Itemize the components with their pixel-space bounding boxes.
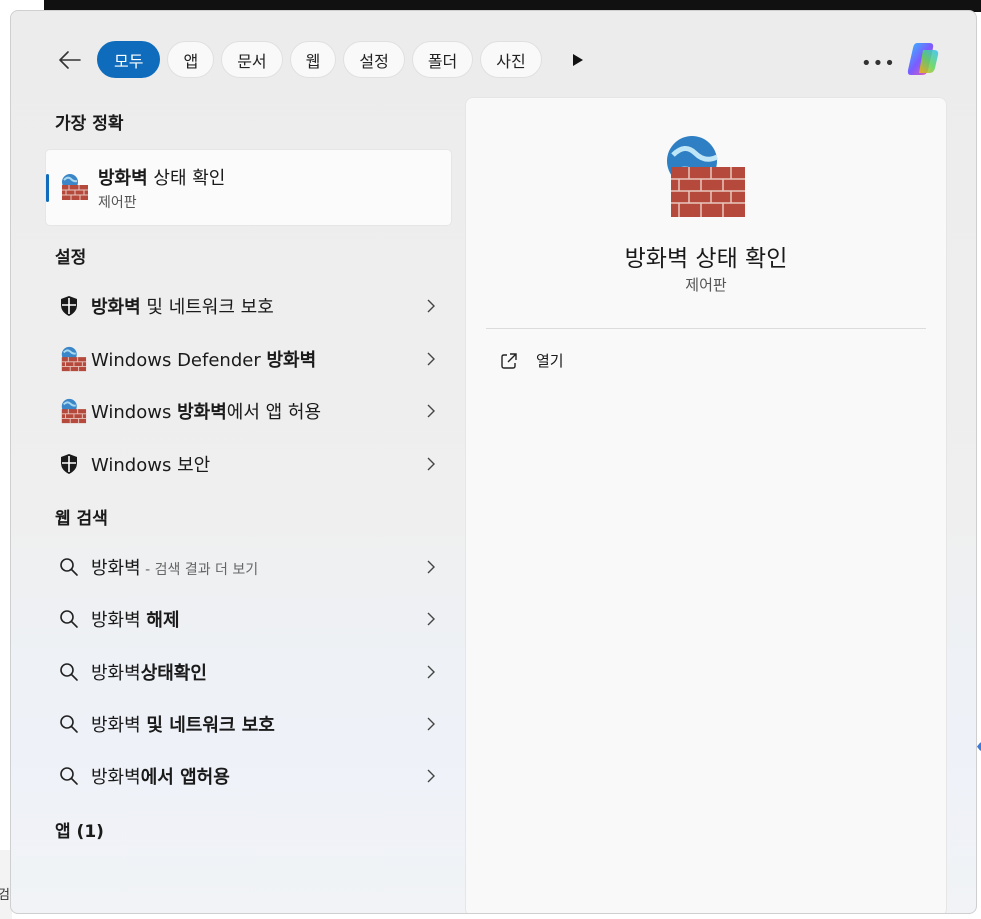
- search-icon: [55, 662, 91, 682]
- firewall-icon: [59, 172, 89, 206]
- chevron-right-icon: [427, 665, 435, 679]
- details-title: 방화벽 상태 확인: [624, 246, 788, 272]
- best-match-title: 방화벽 상태 확인: [98, 168, 226, 189]
- settings-label: 방화벽 및 네트워크 보호: [91, 297, 274, 318]
- web-search-label: 방화벽상태확인: [91, 662, 207, 684]
- open-label: 열기: [536, 352, 564, 370]
- open-external-icon: [501, 352, 517, 369]
- filter-settings[interactable]: 설정: [343, 41, 405, 78]
- best-match-subtitle: 제어판: [98, 195, 137, 211]
- back-arrow-icon: [59, 51, 81, 69]
- search-icon: [55, 714, 91, 734]
- web-search-item[interactable]: 방화벽 - 검색 결과 더 보기: [55, 544, 439, 590]
- details-subtitle: 제어판: [685, 276, 727, 294]
- settings-item[interactable]: Windows 보안: [55, 441, 439, 487]
- shield-icon: [55, 453, 91, 475]
- expand-chevron[interactable]: [423, 560, 439, 574]
- open-action[interactable]: 열기: [500, 350, 564, 371]
- section-best-match: 가장 정확: [55, 114, 124, 134]
- filter-documents[interactable]: 문서: [221, 41, 283, 78]
- best-match-item[interactable]: 방화벽 상태 확인 제어판: [45, 149, 452, 226]
- web-search-label: 방화벽 - 검색 결과 더 보기: [91, 558, 259, 579]
- filter-web[interactable]: 웹: [289, 41, 337, 78]
- more-options-icon[interactable]: •••: [861, 53, 896, 74]
- expand-chevron[interactable]: [423, 404, 439, 418]
- chevron-right-icon: [427, 560, 435, 574]
- shield-icon: [55, 295, 91, 317]
- filter-all[interactable]: 모두: [97, 41, 161, 78]
- section-apps: 앱 (1): [55, 822, 104, 842]
- chevron-right-icon: [427, 352, 435, 365]
- expand-chevron[interactable]: [423, 717, 439, 731]
- filter-folders[interactable]: 폴더: [411, 41, 474, 78]
- expand-chevron[interactable]: [423, 457, 439, 471]
- divider: [486, 328, 926, 329]
- search-icon: [55, 557, 91, 577]
- chevron-right-icon: [427, 717, 435, 731]
- firewall-icon: [55, 345, 91, 373]
- chevron-right-icon: [427, 769, 435, 783]
- firewall-large-icon: [665, 135, 745, 223]
- search-icon: [55, 766, 91, 786]
- chevron-right-icon: [427, 457, 435, 470]
- expand-chevron[interactable]: [423, 769, 439, 783]
- chevron-right-icon: [427, 404, 435, 418]
- expand-chevron[interactable]: [423, 612, 439, 626]
- section-settings: 설정: [55, 248, 87, 268]
- web-search-item[interactable]: 방화벽 및 네트워크 보호: [55, 701, 439, 747]
- search-icon: [55, 609, 91, 629]
- selection-indicator: [46, 174, 49, 202]
- details-pane: 방화벽 상태 확인 제어판 열기: [465, 97, 947, 913]
- settings-label: Windows Defender 방화벽: [91, 349, 317, 371]
- chevron-right-icon: [427, 612, 435, 626]
- settings-label: Windows 방화벽에서 앱 허용: [91, 402, 322, 423]
- expand-chevron[interactable]: [423, 665, 439, 679]
- more-filters-button[interactable]: [563, 41, 593, 78]
- copilot-icon[interactable]: [903, 40, 941, 78]
- web-search-item[interactable]: 방화벽상태확인: [55, 649, 439, 695]
- web-search-label: 방화벽 및 네트워크 보호: [91, 714, 275, 736]
- firewall-icon: [55, 397, 91, 425]
- web-search-item[interactable]: 방화벽 해제: [55, 596, 439, 642]
- settings-item[interactable]: Windows 방화벽에서 앱 허용: [55, 388, 439, 434]
- web-search-item[interactable]: 방화벽에서 앱허용: [55, 753, 439, 799]
- search-panel: 모두 앱 문서 웹 설정 폴더 사진 ••• 가장 정확 방화벽 상태 확인 제…: [10, 10, 977, 914]
- filter-photos[interactable]: 사진: [480, 41, 542, 78]
- expand-chevron[interactable]: [423, 352, 439, 366]
- chevron-right-icon: [427, 299, 435, 313]
- play-icon: [572, 53, 583, 66]
- back-button[interactable]: [55, 45, 85, 75]
- taskbar-search-fragment: 검: [0, 888, 10, 903]
- expand-chevron[interactable]: [423, 299, 439, 313]
- filter-apps[interactable]: 앱: [167, 41, 215, 78]
- web-search-label: 방화벽 해제: [91, 610, 180, 632]
- settings-label: Windows 보안: [91, 454, 211, 476]
- settings-item[interactable]: 방화벽 및 네트워크 보호: [55, 283, 439, 329]
- section-web-search: 웹 검색: [55, 509, 108, 529]
- filter-tabs: 모두 앱 문서 웹 설정 폴더 사진: [97, 41, 593, 79]
- web-search-label: 방화벽에서 앱허용: [91, 767, 230, 789]
- settings-item[interactable]: Windows Defender 방화벽: [55, 336, 439, 382]
